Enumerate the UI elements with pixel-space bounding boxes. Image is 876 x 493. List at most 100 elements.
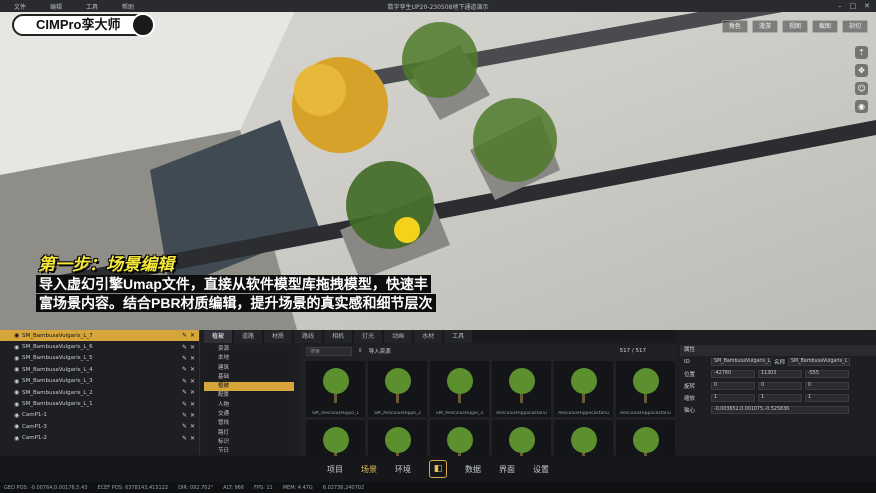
tree-node[interactable]: 标识 xyxy=(204,438,294,447)
nav-environment[interactable]: 环境 xyxy=(395,464,411,475)
rot-x-field[interactable]: 0 xyxy=(711,382,755,390)
3d-viewport[interactable]: 文件 编辑 工具 帮助 数字孪生UP20-230508地下通道演示 – □ ✕ … xyxy=(0,0,876,340)
import-label[interactable]: 导入资源 xyxy=(369,347,391,355)
camera-icon[interactable]: ◉ xyxy=(855,100,868,113)
asset-tile[interactable]: SM_AesculusHippo_3 xyxy=(430,361,489,417)
delete-icon[interactable]: ✕ xyxy=(190,378,195,385)
select-icon[interactable]: ⇡ xyxy=(855,46,868,59)
outliner-row[interactable]: ◉ SM_BambusaVulgaris_L_6 ✎ ✕ xyxy=(0,341,199,352)
tree-node[interactable]: 本地 xyxy=(204,354,294,363)
library-search-input[interactable]: 搜索 xyxy=(306,346,352,356)
tab-animation[interactable]: 动画 xyxy=(384,330,413,343)
edit-icon[interactable]: ✎ xyxy=(182,366,187,373)
delete-icon[interactable]: ✕ xyxy=(190,389,195,396)
asset-tile[interactable]: SM_AesculusHippo_2 xyxy=(368,361,427,417)
edit-icon[interactable]: ✎ xyxy=(182,332,187,339)
edit-icon[interactable]: ✎ xyxy=(182,378,187,385)
eye-icon[interactable]: ◉ xyxy=(14,366,19,373)
menu-help[interactable]: 帮助 xyxy=(122,2,144,11)
nav-project[interactable]: 项目 xyxy=(327,464,343,475)
role-button[interactable]: 角色 xyxy=(721,20,748,33)
outliner-row[interactable]: ◉ SM_BambusaVulgaris_L_2 ✎ ✕ xyxy=(0,387,199,398)
delete-icon[interactable]: ✕ xyxy=(190,435,195,442)
eye-icon[interactable]: ◉ xyxy=(14,378,19,385)
outliner-row[interactable]: ◉ SM_BambusaVulgaris_L_5 ✎ ✕ xyxy=(0,353,199,364)
tab-lights[interactable]: 灯光 xyxy=(354,330,383,343)
pos-z-field[interactable]: -555 xyxy=(805,370,849,378)
tree-node[interactable]: 基础 xyxy=(204,373,294,382)
menu-tools[interactable]: 工具 xyxy=(86,2,108,11)
roam-button[interactable]: 漫游 xyxy=(751,20,778,33)
section-button[interactable]: 剖切 xyxy=(841,20,868,33)
pivot-field[interactable]: -0.003652,0.001075,-0.525836 xyxy=(711,406,849,414)
edit-icon[interactable]: ✎ xyxy=(182,355,187,362)
asset-tile[interactable]: SM_AesculusHippo_1 xyxy=(306,361,365,417)
pos-x-field[interactable]: -42760 xyxy=(711,370,755,378)
nav-scene[interactable]: 场景 xyxy=(361,464,377,475)
maximize-icon[interactable]: □ xyxy=(850,2,857,10)
delete-icon[interactable]: ✕ xyxy=(190,423,195,430)
tab-tools[interactable]: 工具 xyxy=(444,330,473,343)
edit-icon[interactable]: ✎ xyxy=(182,344,187,351)
tree-node[interactable]: 交通 xyxy=(204,410,294,419)
outliner-row[interactable]: ◉ CamP1-1 ✎ ✕ xyxy=(0,410,199,421)
asset-tile[interactable]: AesculusHippocastanu xyxy=(492,361,551,417)
app-center-icon[interactable]: ◧ xyxy=(429,460,447,478)
delete-icon[interactable]: ✕ xyxy=(190,401,195,408)
tab-materials[interactable]: 材质 xyxy=(264,330,293,343)
scale-z-field[interactable]: 1 xyxy=(805,394,849,402)
pos-y-field[interactable]: 11303 xyxy=(758,370,802,378)
tab-vegetation[interactable]: 植被 xyxy=(204,330,233,343)
screenshot-button[interactable]: 截图 xyxy=(811,20,838,33)
delete-icon[interactable]: ✕ xyxy=(190,412,195,419)
outliner-row[interactable]: ◉ CamP1-3 ✎ ✕ xyxy=(0,421,199,432)
eye-icon[interactable]: ◉ xyxy=(14,355,19,362)
import-icon[interactable]: ⇩ xyxy=(358,348,363,354)
edit-icon[interactable]: ✎ xyxy=(182,389,187,396)
eye-icon[interactable]: ◉ xyxy=(14,412,19,419)
id-field[interactable]: SM_BambusaVulgaris_L xyxy=(711,358,771,366)
eye-icon[interactable]: ◉ xyxy=(14,401,19,408)
tree-node-selected[interactable]: 植被 xyxy=(204,382,294,392)
delete-icon[interactable]: ✕ xyxy=(190,355,195,362)
edit-icon[interactable]: ✎ xyxy=(182,423,187,430)
view-button[interactable]: 视图 xyxy=(781,20,808,33)
tab-cameras[interactable]: 相机 xyxy=(324,330,353,343)
tree-node[interactable]: 建筑 xyxy=(204,364,294,373)
tab-water[interactable]: 水材 xyxy=(414,330,443,343)
nav-settings[interactable]: 设置 xyxy=(533,464,549,475)
outliner-row[interactable]: ◉ CamP1-2 ✎ ✕ xyxy=(0,433,199,444)
rot-y-field[interactable]: 0 xyxy=(758,382,802,390)
tree-node[interactable]: 资源 xyxy=(204,345,294,354)
tree-node[interactable]: 配景 xyxy=(204,391,294,400)
edit-icon[interactable]: ✎ xyxy=(182,412,187,419)
edit-icon[interactable]: ✎ xyxy=(182,401,187,408)
delete-icon[interactable]: ✕ xyxy=(190,366,195,373)
eye-icon[interactable]: ◉ xyxy=(14,423,19,430)
person-icon[interactable]: ☺ xyxy=(855,82,868,95)
edit-icon[interactable]: ✎ xyxy=(182,435,187,442)
tab-roads[interactable]: 道路 xyxy=(234,330,263,343)
outliner-row[interactable]: ◉ SM_BambusaVulgaris_L_4 ✎ ✕ xyxy=(0,364,199,375)
nav-data[interactable]: 数据 xyxy=(465,464,481,475)
tab-routes[interactable]: 路线 xyxy=(294,330,323,343)
menu-file[interactable]: 文件 xyxy=(14,2,36,11)
rot-z-field[interactable]: 0 xyxy=(805,382,849,390)
name-field[interactable]: SM_BambusaVulgaris_L xyxy=(788,358,851,366)
eye-icon[interactable]: ◉ xyxy=(14,389,19,396)
scale-x-field[interactable]: 1 xyxy=(711,394,755,402)
asset-tile[interactable]: AesculusHippocastanu xyxy=(616,361,675,417)
eye-icon[interactable]: ◉ xyxy=(14,344,19,351)
tree-node[interactable]: 管线 xyxy=(204,419,294,428)
tree-node[interactable]: 人物 xyxy=(204,401,294,410)
delete-icon[interactable]: ✕ xyxy=(190,344,195,351)
asset-tile[interactable]: AesculusHippocastanu xyxy=(554,361,613,417)
outliner-row[interactable]: ◉ SM_BambusaVulgaris_L_3 ✎ ✕ xyxy=(0,376,199,387)
eye-icon[interactable]: ◉ xyxy=(14,332,19,339)
tree-node[interactable]: 路灯 xyxy=(204,429,294,438)
outliner-row[interactable]: ◉ SM_BambusaVulgaris_L_1 ✎ ✕ xyxy=(0,398,199,409)
nav-interface[interactable]: 界面 xyxy=(499,464,515,475)
scale-y-field[interactable]: 1 xyxy=(758,394,802,402)
eye-icon[interactable]: ◉ xyxy=(14,435,19,442)
delete-icon[interactable]: ✕ xyxy=(190,332,195,339)
